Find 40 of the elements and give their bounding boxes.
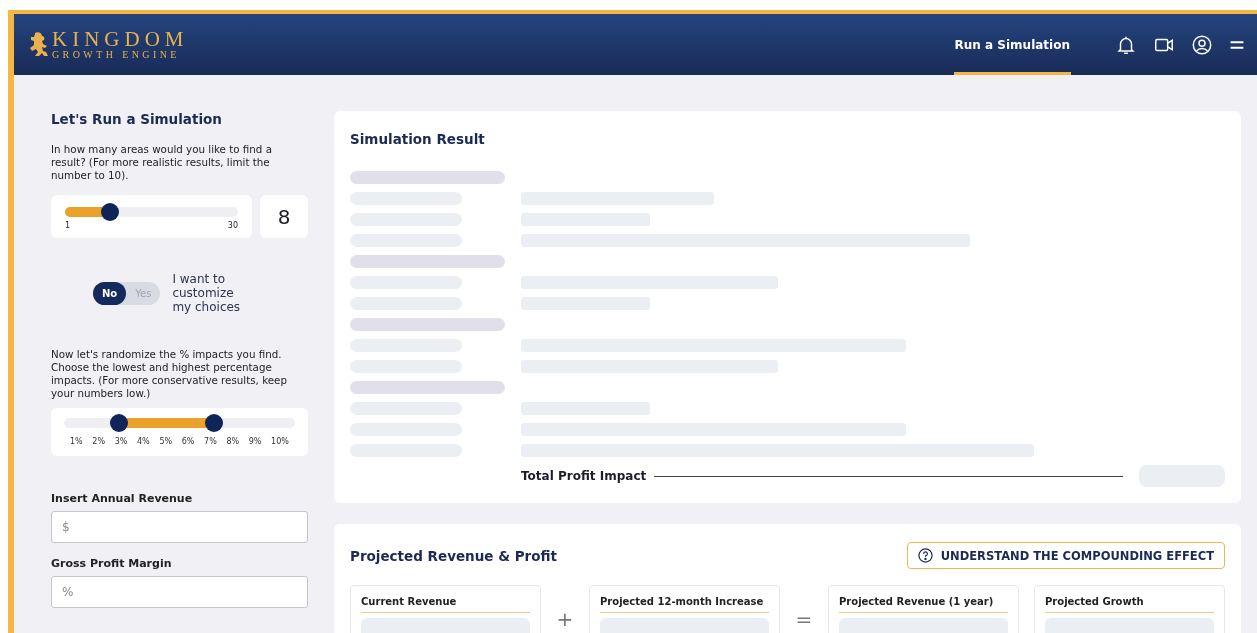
tick-label: 3%	[114, 437, 128, 446]
slider-max-label: 30	[227, 221, 238, 230]
metric-label: Current Revenue	[361, 596, 530, 613]
slider-thumb[interactable]	[100, 203, 119, 221]
tick-label: 4%	[137, 437, 150, 446]
help-icon	[917, 548, 933, 563]
metric-label: Projected Revenue (1 year)	[839, 596, 1008, 613]
input-field[interactable]: %	[51, 576, 308, 608]
slider-value: 8	[260, 195, 308, 238]
field-label: Insert Annual Revenue	[51, 492, 194, 505]
logo-title: KINGDOM	[52, 29, 189, 50]
metric-label: Projected 12-month Increase	[600, 596, 769, 613]
compounding-effect-button[interactable]: UNDERSTAND THE COMPOUNDING EFFECT	[906, 542, 1225, 569]
slider-thumb[interactable]	[110, 414, 129, 432]
user-account-icon[interactable]	[1191, 33, 1213, 56]
tick-label: 10%	[271, 437, 289, 446]
tick-label: 7%	[204, 437, 217, 446]
tick-label: 1%	[70, 437, 83, 446]
operator-sign: =	[794, 607, 814, 631]
nav-tab[interactable]: Run a Simulation	[953, 14, 1071, 75]
tick-label: 9%	[248, 437, 262, 446]
operator-sign: +	[555, 607, 575, 631]
toggle-label: I want to customize my choices	[172, 272, 242, 314]
tick-label: 6%	[181, 437, 195, 446]
impact-prompt: Now let's randomize the % impacts you find. Choose the lowest and highest percentage impacts. (For more conservative results, keep your numbers low.)	[51, 348, 288, 400]
tick-label: 2%	[92, 437, 106, 446]
tick-label: 8%	[226, 437, 240, 446]
tick-label: 5%	[159, 437, 173, 446]
slider-min-label: 1	[65, 221, 71, 230]
areas-prompt: In how many areas would you like to find a result? (For more realistic results, limit the number to 10).	[51, 143, 273, 182]
logo-subtitle: GROWTH ENGINE	[52, 50, 181, 60]
field-label: Gross Profit Margin	[51, 557, 173, 570]
card-title: Simulation Result	[350, 131, 486, 147]
slider-thumb[interactable]	[205, 414, 224, 432]
input-field[interactable]: $	[51, 511, 308, 543]
card-title: Projected Revenue & Profit	[350, 547, 557, 564]
total-label: Total Profit Impact	[521, 469, 647, 483]
toggle-option[interactable]: No	[93, 281, 127, 305]
metric-label: Projected Growth	[1045, 596, 1214, 613]
section-title: Let's Run a Simulation	[51, 111, 223, 127]
